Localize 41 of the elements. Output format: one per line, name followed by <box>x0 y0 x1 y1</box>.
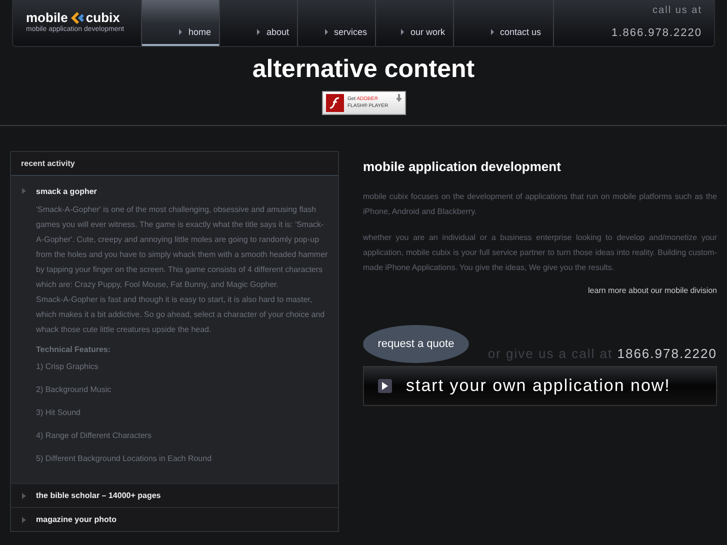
nav-link[interactable]: our work <box>375 0 453 46</box>
features-heading: Technical Features: <box>36 345 112 354</box>
section-title: mobile application development <box>363 159 562 174</box>
feature-item: 5) Different Background Locations in Each Round <box>36 454 213 463</box>
description-text: Smack-A-Gopher is fast and though it is easy to start, it is also hard to master, which makes it a bit addictive. So go ahead, select a character of your choice and whack those cute little creatures upside the head. <box>36 294 326 336</box>
nav-link[interactable]: home <box>141 0 219 46</box>
download-arrow-icon <box>396 94 402 102</box>
logo-text: mobile <box>26 10 68 25</box>
description-text: whether you are an individual or a business enterprise looking to develop and/monetize your application, mobile cubix is your full service partner to turn those ideas into reality. Building custom-made iPhone Applications. You give the ideas, We give you the results. <box>363 232 717 274</box>
caret-icon <box>22 188 26 194</box>
learn-more-link[interactable]: learn more about our mobile division <box>363 286 717 295</box>
hero-title: alternative content <box>252 55 475 84</box>
feature-item: 3) Hit Sound <box>36 408 82 417</box>
nav-link[interactable]: contact us <box>453 0 553 46</box>
caret-icon <box>257 29 260 35</box>
flash-logo-icon <box>326 94 344 112</box>
feature-item: 2) Background Music <box>36 385 112 394</box>
logo-text: cubix <box>86 10 120 25</box>
play-icon <box>378 379 392 393</box>
phone-number: 1866.978.2220 <box>617 346 717 361</box>
nav-link[interactable]: services <box>297 0 375 46</box>
caret-icon <box>490 29 494 35</box>
request-quote-button[interactable]: request a quote <box>363 325 469 363</box>
nav-link[interactable]: about <box>219 0 297 46</box>
feature-item: 1) Crisp Graphics <box>36 362 100 371</box>
caret-icon <box>22 517 26 523</box>
call-label: call us at <box>652 5 702 16</box>
feature-item: 4) Range of Different Characters <box>36 431 152 440</box>
caret-icon <box>179 29 182 35</box>
panel-title: recent activity <box>21 159 75 168</box>
caret-icon <box>401 29 404 35</box>
accordion-item[interactable]: smack a gopher <box>11 176 338 202</box>
accordion-item[interactable]: magazine your photo <box>11 507 338 531</box>
phone-number: 1.866.978.2220 <box>610 27 702 39</box>
description-text: mobile cubix focuses on the development of applications that run on mobile platforms such as the iPhone, Android and Blackberry. <box>363 191 717 218</box>
accordion-item[interactable]: the bible scholar – 14000+ pages <box>11 483 338 507</box>
description-text: 'Smack-A-Gopher' is one of the most challenging, obsessive and amusing flash games you will ever witness. The game is exactly what the title says it is: 'Smack-A-Gopher'. Cute, creepy and annoying little moles are going to randomly pop-up from the holes and you have to simply whack them with a smooth headed hammer by tapping your finger on the screen. This game consists of 4 different characters which are: Crazy Puppy, Fool Mouse, Fat Bunny, and Magic Gopher. <box>36 204 328 291</box>
start-application-button[interactable]: start your own application now! <box>363 366 717 406</box>
logo-chevron-icon <box>70 12 84 24</box>
caret-icon <box>22 493 26 499</box>
caret-icon <box>324 29 328 35</box>
